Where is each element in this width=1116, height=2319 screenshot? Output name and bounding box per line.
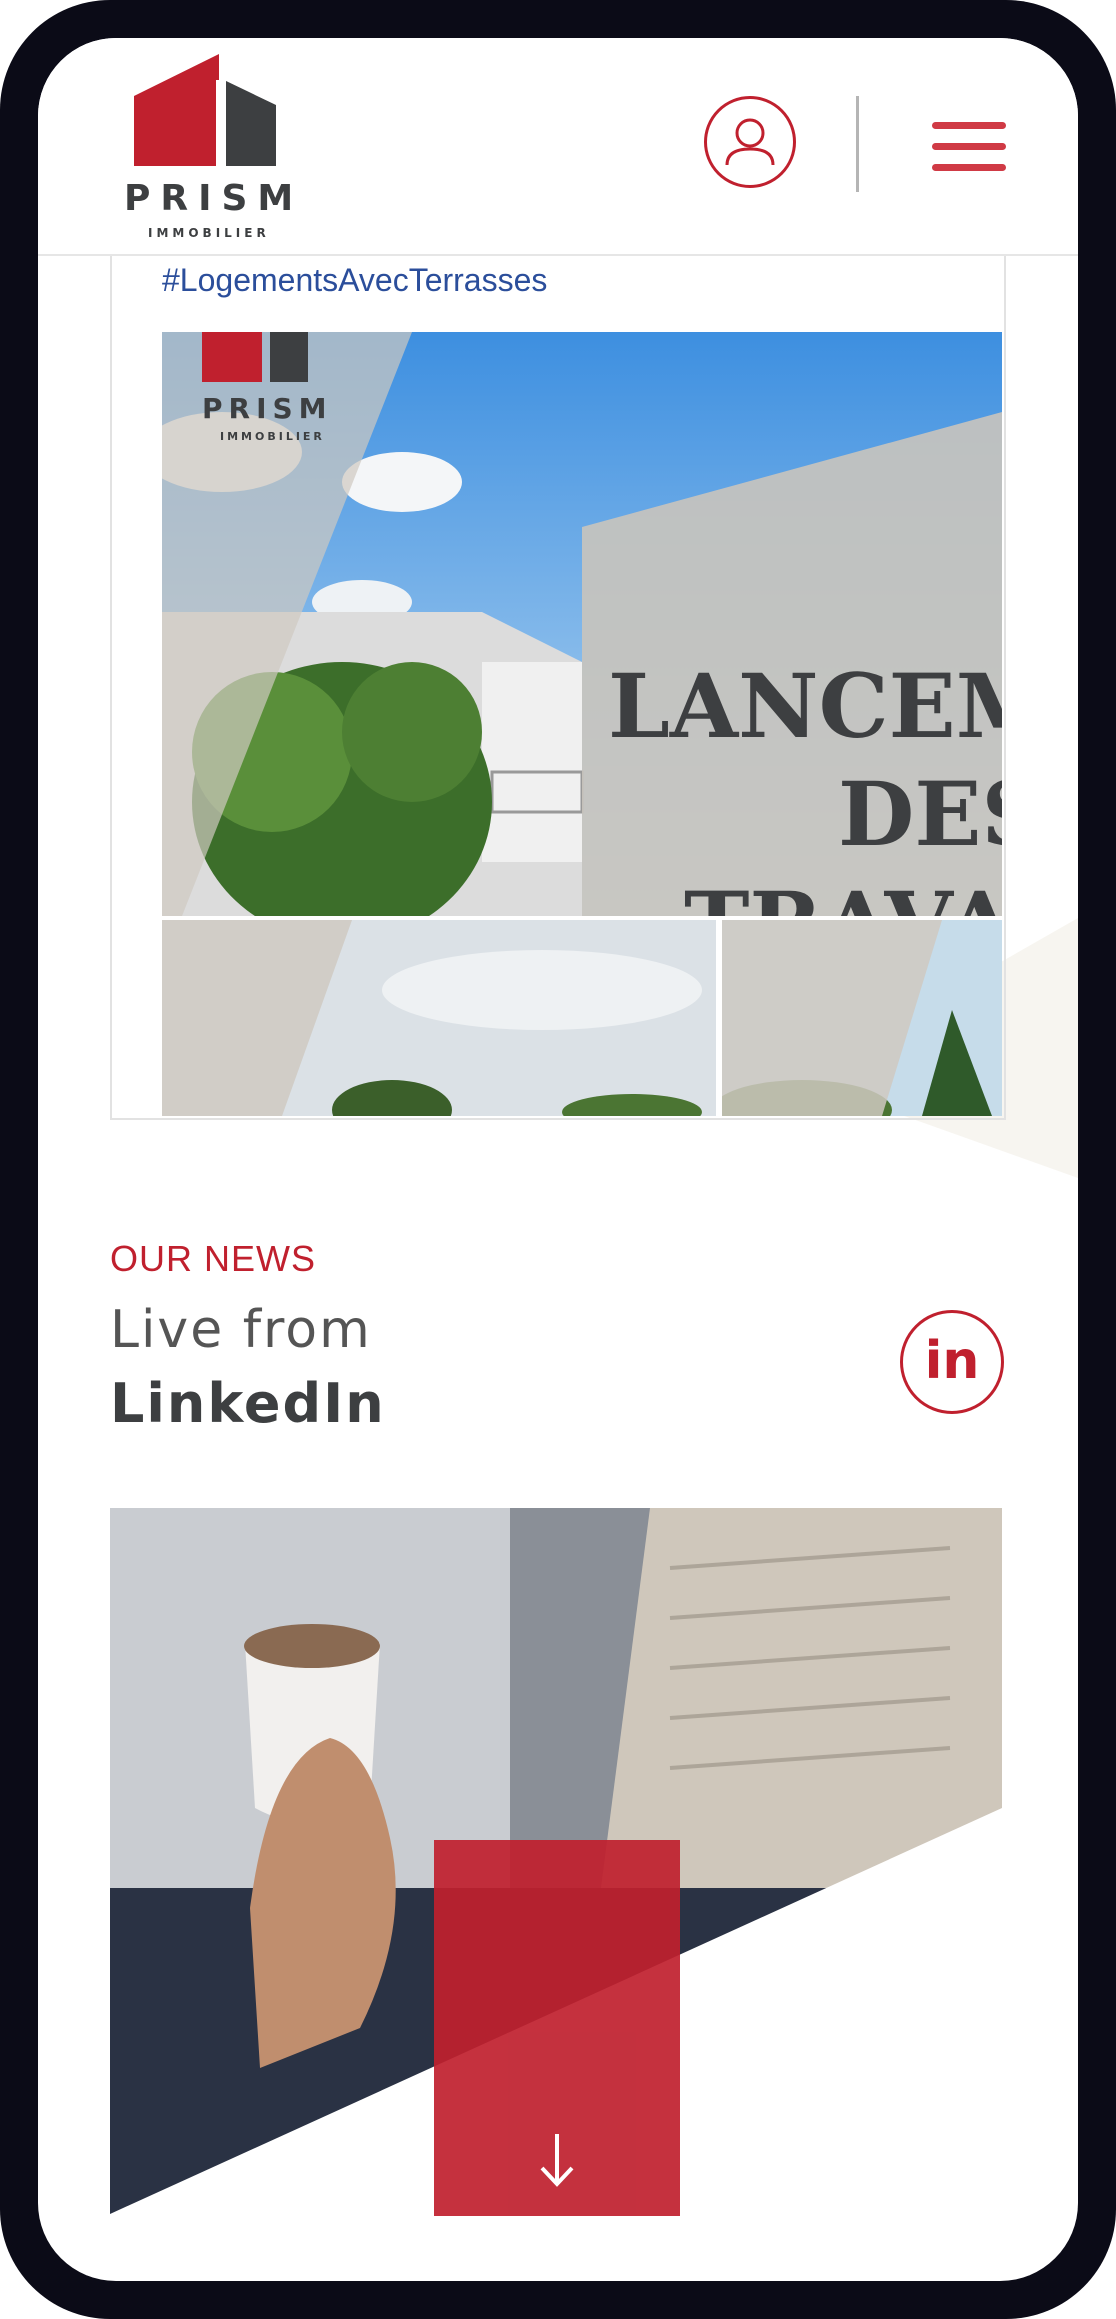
arrow-down-icon <box>540 2134 574 2187</box>
post-image-headline-2: DES <box>838 762 1002 866</box>
header-divider <box>856 96 859 192</box>
user-circle-icon <box>725 118 775 166</box>
account-button[interactable] <box>704 96 796 188</box>
linkedin-icon: in <box>924 1331 980 1391</box>
post-image-logo-sub: IMMOBILIER <box>220 430 325 443</box>
post-image-headline-3: TRAVA <box>684 872 1002 916</box>
screen: PRISM IMMOBILIER #LogementsAvecTerrasses <box>38 38 1078 2281</box>
logo-subtext: IMMOBILIER <box>148 226 270 240</box>
post-image-logo: PRISM <box>202 392 333 425</box>
news-kicker: OUR NEWS <box>110 1238 316 1279</box>
site-header: PRISM IMMOBILIER <box>38 38 1078 256</box>
device-frame: PRISM IMMOBILIER #LogementsAvecTerrasses <box>0 0 1116 2319</box>
news-title-line2: LinkedIn <box>110 1372 386 1435</box>
news-title-line1: Live from <box>110 1300 372 1360</box>
post-image-main[interactable]: PRISM IMMOBILIER LANCEM DES TRAVA <box>162 332 1002 916</box>
menu-button[interactable] <box>932 122 1006 172</box>
hamburger-menu-icon <box>932 122 1006 129</box>
post-image-thumb-1[interactable] <box>162 920 716 1116</box>
post-image-headline-1: LANCEM <box>608 654 1002 758</box>
post-image-thumb-2[interactable] <box>722 920 1002 1116</box>
logo-wordmark: PRISM <box>124 178 304 219</box>
linkedin-button[interactable]: in <box>900 1310 1004 1414</box>
post-hashtag-link[interactable]: #LogementsAvecTerrasses <box>162 262 547 299</box>
scroll-down-button[interactable] <box>434 1840 680 2216</box>
